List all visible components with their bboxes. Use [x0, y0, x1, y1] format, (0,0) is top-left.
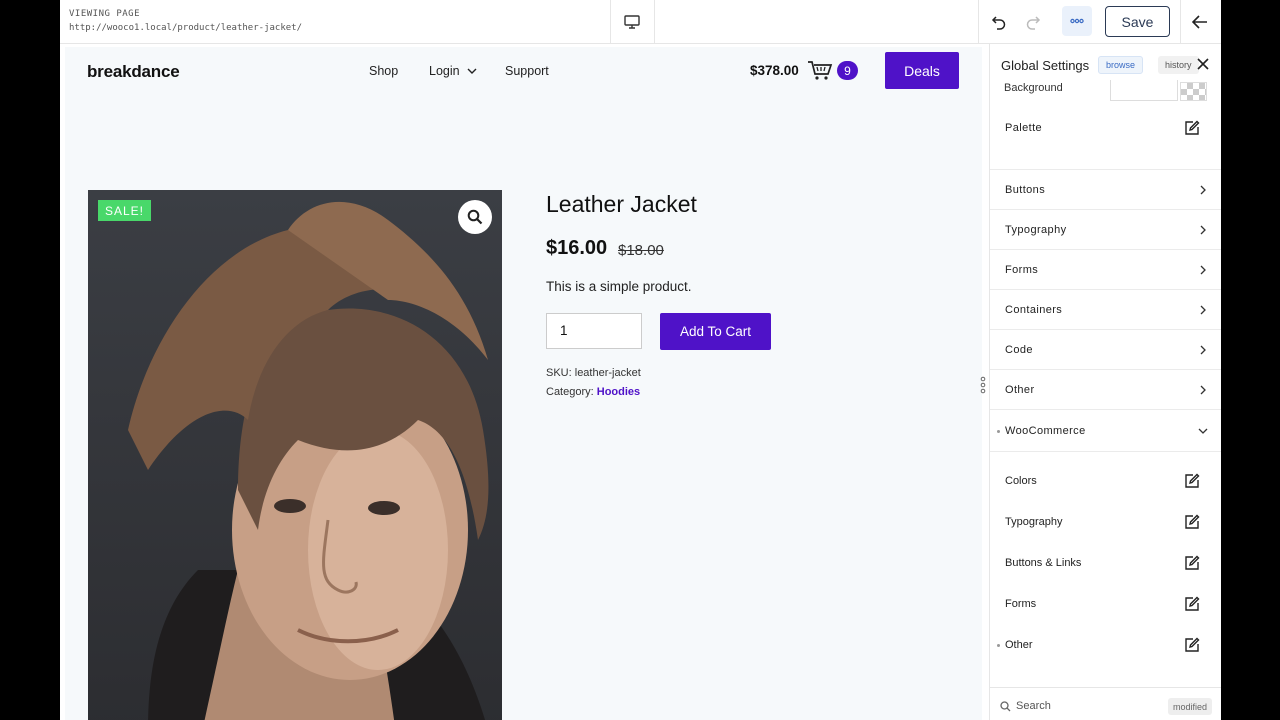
section-containers[interactable]: Containers [990, 290, 1221, 330]
toolbar-divider [978, 0, 979, 44]
magnifier-icon [467, 209, 483, 225]
section-label: Containers [1005, 304, 1063, 316]
close-icon[interactable] [1196, 57, 1210, 71]
page-canvas[interactable]: breakdance Shop Login Support $378.00 9 … [65, 47, 982, 720]
palette-label: Palette [1005, 122, 1043, 134]
chevron-down-icon [1198, 428, 1208, 434]
category-line: Category: Hoodies [546, 386, 640, 398]
quantity-input[interactable]: 1 [546, 313, 642, 349]
panel-header: Global Settings browse history [990, 44, 1221, 86]
woo-item-label: Typography [1005, 516, 1063, 528]
background-label: Background [1004, 82, 1063, 94]
woo-item-typography[interactable]: Typography [990, 503, 1221, 543]
redo-icon[interactable] [1021, 10, 1045, 34]
builder-app: VIEWING PAGE http://wooco1.local/product… [60, 0, 1221, 720]
cart-count-badge: 9 [837, 61, 858, 80]
woo-item-label: Colors [1005, 475, 1037, 487]
section-label: Other [1005, 384, 1035, 396]
section-other[interactable]: Other [990, 370, 1221, 410]
back-arrow-icon[interactable] [1188, 10, 1212, 34]
page-url: http://wooco1.local/product/leather-jack… [69, 23, 302, 33]
sku-value: leather-jacket [574, 367, 641, 379]
edit-icon[interactable] [1184, 120, 1200, 136]
transparency-swatch[interactable] [1180, 82, 1207, 101]
viewing-page-label: VIEWING PAGE [69, 9, 141, 19]
undo-icon[interactable] [987, 10, 1011, 34]
dots-icon [1070, 18, 1084, 24]
sku-line: SKU: leather-jacket [546, 367, 641, 379]
section-label: WooCommerce [1005, 425, 1086, 437]
nav-shop[interactable]: Shop [369, 64, 398, 78]
chevron-right-icon [1200, 305, 1206, 315]
save-button[interactable]: Save [1105, 6, 1170, 37]
section-woocommerce[interactable]: WooCommerce [990, 410, 1221, 452]
toolbar-divider [610, 0, 611, 44]
section-typography[interactable]: Typography [990, 210, 1221, 250]
background-color-field[interactable] [1110, 80, 1178, 101]
modified-filter[interactable]: modified [1168, 698, 1213, 715]
resize-handle-icon[interactable] [980, 376, 986, 394]
woo-item-label: Forms [1005, 598, 1037, 610]
add-to-cart-button[interactable]: Add To Cart [660, 313, 771, 350]
bullet-dot [997, 430, 1000, 433]
sale-badge: SALE! [98, 200, 151, 221]
woo-item-buttons-links[interactable]: Buttons & Links [990, 544, 1221, 584]
site-logo[interactable]: breakdance [87, 62, 180, 82]
site-header: breakdance Shop Login Support $378.00 9 … [65, 47, 982, 97]
edit-icon[interactable] [1184, 473, 1200, 489]
more-options-button[interactable] [1062, 6, 1092, 36]
toolbar-divider [1180, 0, 1181, 44]
product-photo [128, 201, 489, 720]
chevron-down-icon [467, 68, 477, 74]
global-settings-panel: Global Settings browse history Backgroun… [989, 44, 1221, 720]
sku-label: SKU: [546, 367, 572, 379]
woo-item-label: Buttons & Links [1005, 557, 1082, 569]
section-label: Typography [1005, 224, 1067, 236]
bullet-dot [997, 644, 1000, 647]
cart-total[interactable]: $378.00 [750, 63, 799, 78]
product-image[interactable]: SALE! [88, 190, 502, 720]
product-title: Leather Jacket [546, 191, 697, 217]
panel-title: Global Settings [1001, 58, 1090, 73]
browse-tab[interactable]: browse [1098, 56, 1144, 74]
nav-support[interactable]: Support [505, 64, 549, 78]
section-forms[interactable]: Forms [990, 250, 1221, 290]
woo-item-other[interactable]: Other [990, 626, 1221, 666]
palette-row[interactable]: Palette [990, 110, 1221, 170]
desktop-icon[interactable] [620, 10, 644, 34]
section-label: Buttons [1005, 184, 1046, 196]
zoom-button[interactable] [458, 200, 492, 234]
panel-search[interactable]: Search modified [990, 687, 1221, 720]
woo-item-label: Other [1005, 639, 1033, 651]
chevron-right-icon [1200, 185, 1206, 195]
category-label: Category: [546, 386, 594, 398]
chevron-right-icon [1200, 225, 1206, 235]
search-input[interactable]: Search [1016, 700, 1051, 712]
search-icon [1000, 701, 1011, 712]
history-tab[interactable]: history [1158, 56, 1199, 74]
section-buttons[interactable]: Buttons [990, 170, 1221, 210]
sale-price: $16.00 [546, 237, 608, 259]
edit-icon[interactable] [1184, 555, 1200, 571]
edit-icon[interactable] [1184, 514, 1200, 530]
builder-toolbar: VIEWING PAGE http://wooco1.local/product… [60, 0, 1221, 44]
section-code[interactable]: Code [990, 330, 1221, 370]
cart-icon[interactable] [807, 59, 833, 81]
chevron-right-icon [1200, 345, 1206, 355]
deals-button[interactable]: Deals [885, 52, 959, 89]
woo-item-colors[interactable]: Colors [990, 462, 1221, 502]
chevron-right-icon [1200, 385, 1206, 395]
edit-icon[interactable] [1184, 637, 1200, 653]
chevron-right-icon [1200, 265, 1206, 275]
section-label: Forms [1005, 264, 1039, 276]
section-label: Code [1005, 344, 1033, 356]
nav-login[interactable]: Login [429, 64, 477, 78]
woo-item-forms[interactable]: Forms [990, 585, 1221, 625]
nav-login-label: Login [429, 64, 460, 78]
toolbar-divider [654, 0, 655, 44]
short-description: This is a simple product. [546, 279, 692, 294]
edit-icon[interactable] [1184, 596, 1200, 612]
category-link[interactable]: Hoodies [597, 386, 640, 398]
regular-price: $18.00 [618, 242, 664, 259]
